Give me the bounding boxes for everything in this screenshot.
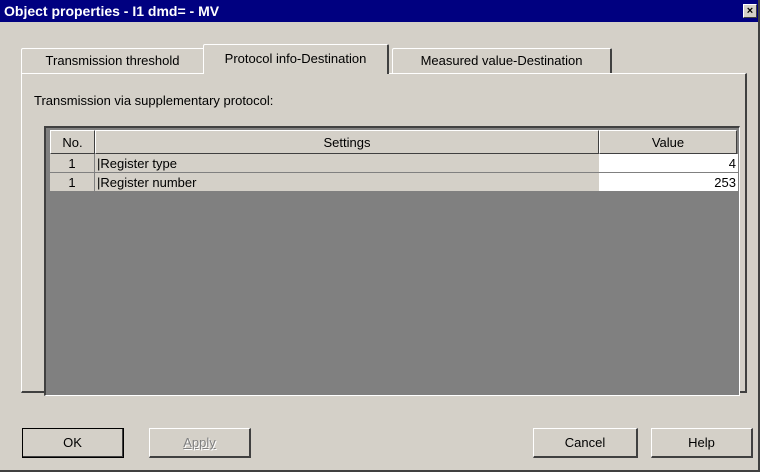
panel-caption: Transmission via supplementary protocol: bbox=[34, 93, 274, 108]
setting-name-cell: |Register type bbox=[95, 154, 599, 173]
setting-value-cell[interactable]: 4 bbox=[599, 154, 738, 173]
title-bar[interactable]: Object properties - I1 dmd= - MV × bbox=[0, 0, 758, 22]
column-header-settings[interactable]: Settings bbox=[95, 130, 599, 154]
tab-measured-value-destination[interactable]: Measured value-Destination bbox=[392, 48, 612, 73]
setting-value-cell[interactable]: 253 bbox=[599, 173, 738, 192]
help-button[interactable]: Help bbox=[651, 428, 753, 458]
setting-name-cell: |Register number bbox=[95, 173, 599, 192]
apply-button[interactable]: Apply bbox=[149, 428, 251, 458]
tab-transmission-threshold[interactable]: Transmission threshold bbox=[21, 48, 205, 73]
column-header-value[interactable]: Value bbox=[599, 130, 737, 154]
dialog-title: Object properties - I1 dmd= - MV bbox=[4, 3, 220, 19]
settings-grid[interactable]: No. Settings Value 1 |Register type 4 1 … bbox=[44, 126, 740, 396]
row-number-cell: 1 bbox=[50, 154, 95, 173]
table-row[interactable]: 1 |Register type 4 bbox=[46, 154, 739, 173]
column-header-no[interactable]: No. bbox=[50, 130, 95, 154]
tab-protocol-info-destination[interactable]: Protocol info-Destination bbox=[203, 44, 389, 74]
row-number-cell: 1 bbox=[50, 173, 95, 192]
ok-button[interactable]: OK bbox=[22, 428, 124, 458]
close-icon[interactable]: × bbox=[743, 4, 757, 18]
cancel-button[interactable]: Cancel bbox=[533, 428, 638, 458]
object-properties-dialog: Object properties - I1 dmd= - MV × Trans… bbox=[0, 0, 760, 472]
table-row[interactable]: 1 |Register number 253 bbox=[46, 173, 739, 192]
